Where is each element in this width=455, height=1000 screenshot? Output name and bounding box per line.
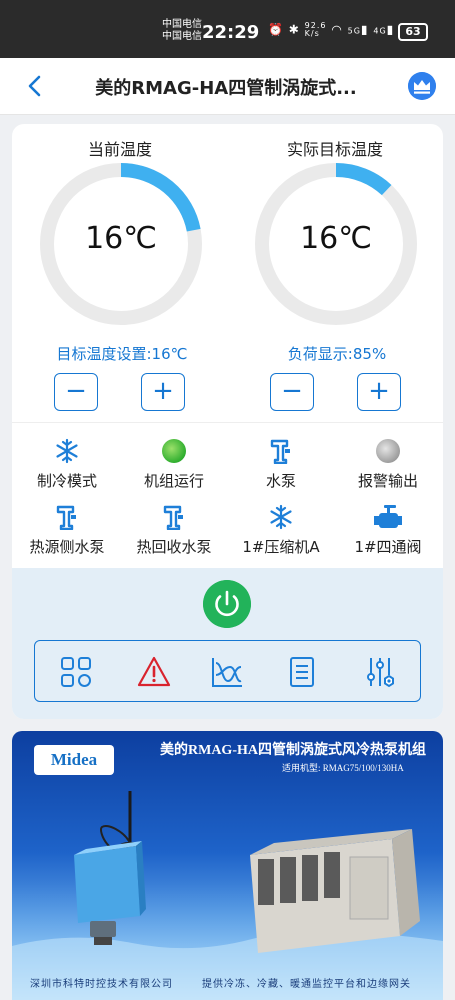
midea-logo: Midea (34, 745, 114, 775)
status-label: 热回收水泵 (136, 538, 212, 556)
status-heat-recovery-pump: 热回收水泵 (121, 504, 227, 557)
status-bar: 中国电信 中国电信 22:29 ⏰ ✱ 92.6 K/s ◠ 5G▮ 4G▮ 63 (0, 0, 455, 58)
signal-5g: 5G (347, 26, 361, 36)
list-icon[interactable] (285, 655, 319, 689)
page-title: 美的RMAG-HA四管制涡旋式... (95, 78, 357, 99)
status-label: 1#四通阀 (354, 538, 422, 556)
status-label: 报警输出 (357, 472, 418, 490)
wifi-icon: ◠ (331, 22, 343, 37)
function-toolbar (34, 640, 421, 702)
status-label: 制冷模式 (36, 472, 97, 490)
battery-indicator: 63 (398, 23, 428, 41)
current-temp-value: 16℃ (85, 221, 157, 256)
load-decrease-button[interactable]: − (270, 373, 314, 411)
banner-subtitle: 适用机型: RMAG75/100/130HA (282, 763, 404, 773)
target-temp-value: 16℃ (300, 221, 372, 256)
status-label: 水泵 (265, 472, 296, 490)
status-label: 1#压缩机A (242, 538, 320, 556)
snowflake-icon (270, 504, 292, 530)
status-compressor-1a: 1#压缩机A (228, 504, 334, 557)
control-panel (12, 568, 443, 719)
dashboard-icon[interactable] (59, 655, 93, 689)
carrier-labels: 中国电信 中国电信 (162, 19, 202, 43)
banner-service: 提供冷冻、冷藏、暖通监控平台和边缘网关 (202, 979, 411, 990)
setpoint-increase-button[interactable]: + (141, 373, 185, 411)
load-display-text: 负荷显示:85% (287, 345, 387, 363)
banner-title: 美的RMAG-HA四管制涡旋式风冷热泵机组 (160, 743, 426, 758)
power-button[interactable] (203, 580, 251, 628)
alarm-clock-icon: ⏰ (268, 22, 284, 37)
status-unit-running: 机组运行 (121, 438, 227, 491)
pump-icon (163, 505, 183, 530)
pump-icon (56, 505, 76, 530)
current-temp-gauge: 16℃ (39, 162, 203, 326)
bluetooth-icon: ✱ (288, 22, 300, 37)
load-increase-button[interactable]: + (357, 373, 401, 411)
target-setpoint-text: 目标温度设置:16℃ (56, 345, 188, 363)
signal-bars-icon: ▮ (360, 22, 369, 37)
pump-icon (270, 439, 290, 464)
alarm-icon[interactable] (137, 655, 171, 689)
status-label: 热源侧水泵 (29, 538, 105, 556)
status-alarm-output: 报警输出 (335, 438, 441, 491)
settings-sliders-icon[interactable] (363, 655, 397, 689)
setpoint-decrease-button[interactable]: − (54, 373, 98, 411)
device-card: 当前温度 实际目标温度 16℃ 16℃ 目标温度设置:16℃ 负荷显示:85% … (12, 124, 443, 719)
carrier-2: 中国电信 (162, 31, 202, 42)
valve-icon (374, 505, 402, 528)
nav-bar: 美的RMAG-HA四管制涡旋式... (0, 58, 455, 115)
snowflake-icon (56, 438, 78, 464)
back-arrow-icon[interactable] (22, 72, 50, 100)
green-indicator-icon (162, 439, 186, 463)
product-banner[interactable]: Midea 美的RMAG-HA四管制涡旋式风冷热泵机组 适用机型: RMAG75… (12, 731, 443, 1000)
current-temp-label: 当前温度 (87, 140, 152, 159)
gray-indicator-icon (376, 439, 400, 463)
status-label: 机组运行 (143, 472, 204, 490)
heat-pump-unit-illustration (250, 829, 420, 953)
clock: 22:29 (202, 22, 260, 43)
signal-4g: 4G (373, 26, 387, 36)
status-cooling-mode: 制冷模式 (14, 438, 120, 491)
crown-icon[interactable] (408, 72, 436, 100)
carrier-1: 中国电信 (162, 19, 202, 30)
divider (12, 422, 443, 423)
status-four-way-valve-1: 1#四通阀 (335, 504, 441, 557)
status-source-side-pump: 热源侧水泵 (14, 504, 120, 557)
banner-company: 深圳市科特时控技术有限公司 (30, 979, 173, 990)
status-water-pump: 水泵 (228, 438, 334, 491)
target-temp-label: 实际目标温度 (286, 140, 383, 159)
chart-icon[interactable] (210, 655, 244, 689)
target-temp-gauge: 16℃ (254, 162, 418, 326)
signal-bars-icon: ▮ (386, 22, 395, 37)
status-icons: ⏰ ✱ 92.6 K/s ◠ 5G▮ 4G▮ (268, 22, 394, 38)
net-speed: 92.6 K/s (304, 21, 327, 38)
